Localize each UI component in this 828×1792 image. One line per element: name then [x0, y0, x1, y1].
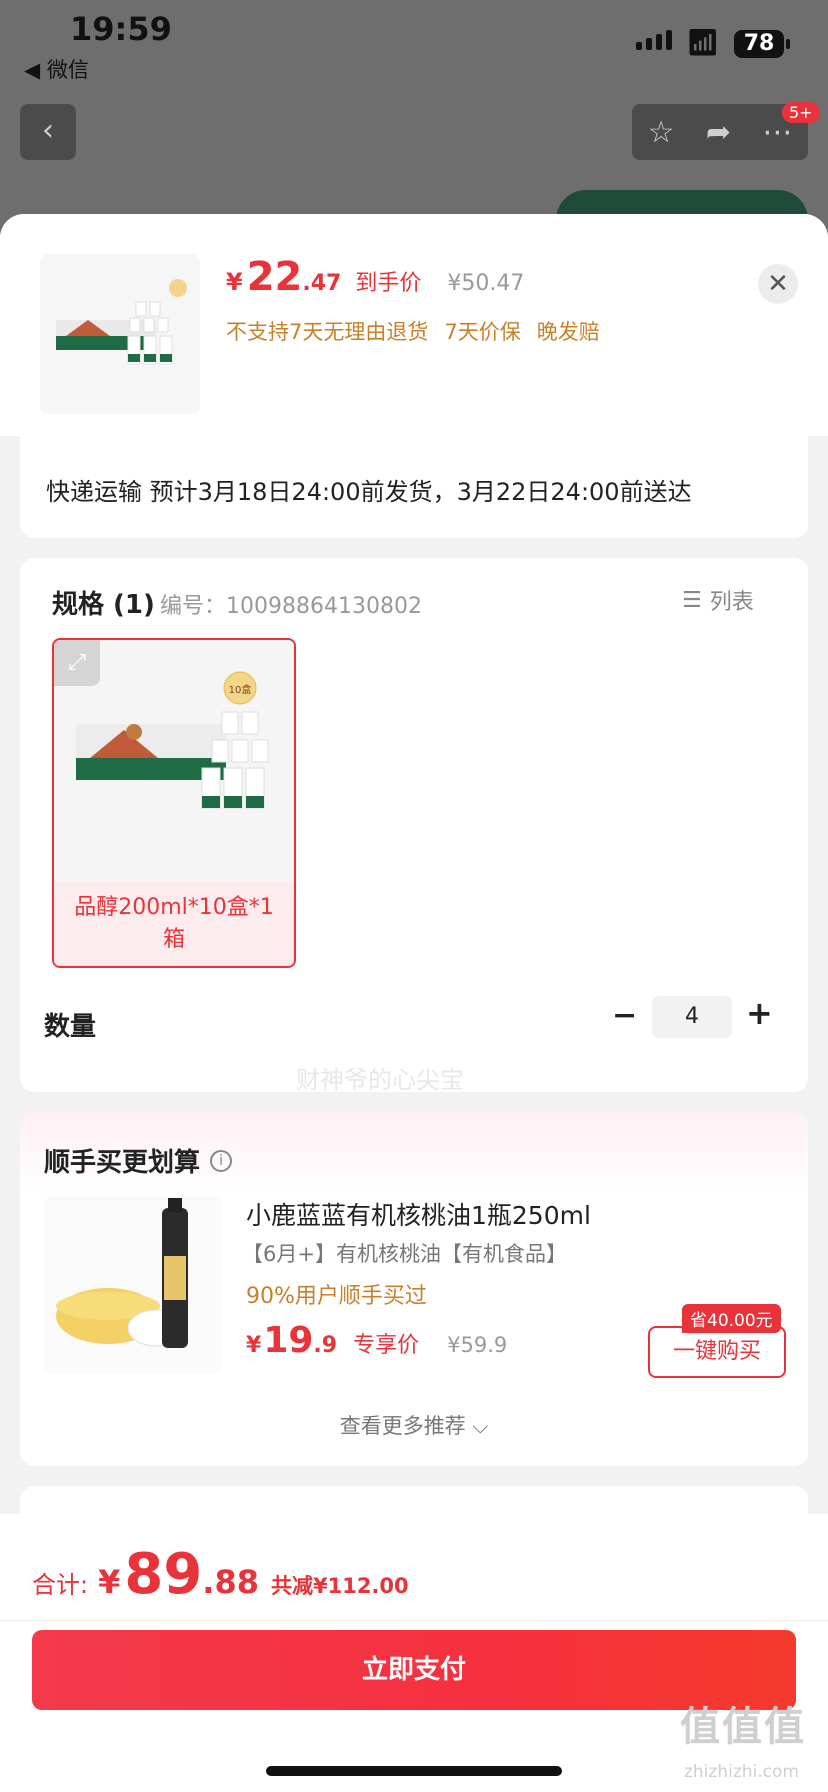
- upsell-title: 顺手买更划算 i: [44, 1142, 233, 1179]
- message-count-badge: 5+: [782, 102, 820, 123]
- user-watermark: 财神爷的心尖宝: [296, 1066, 464, 1094]
- spec-code: 编号：10098864130802: [160, 594, 422, 619]
- status-time: 19:59: [70, 10, 172, 48]
- total-label: 合计:: [32, 1571, 89, 1599]
- product-summary: ¥ 22 .47 到手价 ¥50.47 不支持7天无理由退货 7天价保 晚发赔 …: [0, 214, 828, 436]
- total-savings: 共减¥112.00: [270, 1574, 409, 1598]
- site-watermark-url: zhizhizhi.com: [684, 1762, 799, 1782]
- back-to-wechat-link[interactable]: ◀ 微信: [24, 54, 89, 84]
- one-click-buy-button[interactable]: 一键购买: [648, 1326, 786, 1378]
- price-currency: ¥: [226, 268, 243, 296]
- status-bar: 19:59 ◀ 微信 📶︎ 78: [0, 0, 828, 90]
- list-icon: ☰: [682, 587, 702, 613]
- original-price: ¥50.47: [447, 271, 525, 296]
- upsell-product-image[interactable]: [44, 1196, 222, 1374]
- home-indicator: [266, 1766, 562, 1776]
- order-total: 合计: ¥ 89 .88 共减¥112.00: [32, 1542, 409, 1607]
- upsell-price-currency: ¥: [246, 1333, 262, 1358]
- spec-card: 规格 (1) 编号：10098864130802 ☰ 列表 10盒 ⤢ 品醇20…: [20, 558, 808, 1092]
- sku-option-selected[interactable]: 10盒 ⤢ 品醇200ml*10盒*1箱: [52, 638, 296, 968]
- upsell-product-name[interactable]: 小鹿蓝蓝有机核桃油1瓶250ml: [246, 1196, 591, 1232]
- share-icon[interactable]: ➦: [706, 115, 731, 150]
- battery-icon: 78: [734, 30, 790, 58]
- quantity-label: 数量: [44, 1012, 97, 1042]
- service-tag: 不支持7天无理由退货: [226, 320, 429, 344]
- upsell-price: ¥ 19 .9 专享价 ¥59.9: [246, 1320, 507, 1361]
- sku-image-badge: 10盒: [229, 683, 252, 696]
- upsell-title-text: 顺手买更划算: [44, 1148, 201, 1178]
- service-tag: 7天价保: [444, 320, 521, 344]
- expand-icon[interactable]: ⤢: [54, 640, 100, 686]
- price-decimal: .47: [302, 271, 342, 296]
- more-recommendations-link[interactable]: 查看更多推荐 ⌵: [20, 1410, 808, 1440]
- shipping-estimate: 快递运输 预计3月18日24:00前发货，3月22日24:00前送达: [46, 478, 692, 506]
- quantity-input[interactable]: 4: [652, 996, 732, 1038]
- close-icon[interactable]: ✕: [758, 264, 798, 304]
- save-badge: 省40.00元: [682, 1304, 781, 1333]
- price-integer: 22: [246, 254, 303, 300]
- info-icon[interactable]: i: [210, 1149, 233, 1172]
- quantity-increase-button[interactable]: +: [746, 994, 773, 1032]
- total-currency: ¥: [98, 1563, 121, 1601]
- product-thumbnail: [40, 254, 200, 414]
- upsell-price-integer: 19: [263, 1320, 314, 1361]
- wifi-icon: 📶︎: [686, 28, 720, 58]
- favorite-star-icon[interactable]: ☆: [648, 115, 675, 150]
- upsell-price-label: 专享价: [353, 1333, 420, 1358]
- sku-option-label: 品醇200ml*10盒*1箱: [54, 882, 294, 966]
- product-price: ¥ 22 .47 到手价 ¥50.47: [226, 254, 524, 300]
- service-tags: 不支持7天无理由退货 7天价保 晚发赔: [226, 316, 600, 346]
- divider: [0, 1620, 828, 1621]
- back-button[interactable]: ‹: [20, 104, 76, 160]
- site-watermark-logo: 值值值: [680, 1704, 806, 1750]
- quantity-decrease-button[interactable]: −: [612, 998, 637, 1033]
- list-toggle-label: 列表: [709, 590, 754, 615]
- price-label: 到手价: [355, 271, 422, 296]
- upsell-original-price: ¥59.9: [447, 1333, 508, 1357]
- signal-icon: [636, 30, 672, 50]
- upsell-social-proof: 90%用户顺手买过: [246, 1284, 427, 1309]
- spec-title: 规格 (1): [52, 590, 155, 620]
- upsell-price-decimal: .9: [313, 1333, 338, 1358]
- list-view-toggle[interactable]: ☰ 列表: [682, 584, 754, 616]
- shipping-card: 快递运输 预计3月18日24:00前发货，3月22日24:00前送达: [20, 436, 808, 538]
- upsell-product-subtitle: 【6月+】有机核桃油【有机食品】: [242, 1242, 567, 1266]
- total-integer: 89: [124, 1542, 203, 1607]
- upsell-card: 顺手买更划算 i 小鹿蓝蓝有机核桃油1瓶250ml 【6月+】有机核桃油【有机食…: [20, 1112, 808, 1466]
- total-decimal: .88: [202, 1563, 259, 1601]
- service-tag: 晚发赔: [536, 320, 600, 344]
